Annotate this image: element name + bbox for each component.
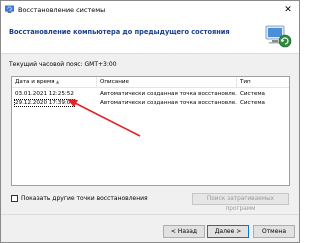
title-bar: Восстановление системы ✕ bbox=[1, 1, 299, 18]
table-header: ▲ Дата и время Описание Тип bbox=[12, 77, 289, 88]
row-description: Автоматически созданная точка восстановл… bbox=[97, 90, 237, 99]
row-type: Система bbox=[237, 99, 289, 108]
back-button[interactable]: < Назад bbox=[163, 225, 205, 238]
footer-divider bbox=[1, 214, 299, 215]
show-more-points[interactable]: Показать другие точки восстановления bbox=[11, 195, 148, 202]
row-date: 29.12.2020 17:39:08 bbox=[12, 99, 97, 108]
page-title: Восстановление компьютера до предыдущего… bbox=[9, 28, 230, 36]
column-header-type[interactable]: Тип bbox=[237, 77, 289, 87]
row-date: 03.01.2021 12:25:52 bbox=[12, 90, 97, 99]
system-restore-icon bbox=[5, 5, 14, 14]
next-button[interactable]: Далее > bbox=[207, 225, 249, 238]
cancel-button[interactable]: Отмена bbox=[253, 225, 295, 238]
restore-computer-icon bbox=[263, 21, 293, 51]
scan-affected-programs-button[interactable]: Поиск затрагиваемых программ bbox=[192, 193, 289, 205]
close-icon: ✕ bbox=[284, 5, 292, 15]
timezone-label: Текущий часовой пояс: GMT+3:00 bbox=[9, 61, 117, 68]
row-description: Автоматически созданная точка восстановл… bbox=[97, 99, 237, 108]
restore-points-table[interactable]: ▲ Дата и время Описание Тип 03.01.2021 1… bbox=[11, 76, 290, 186]
close-button[interactable]: ✕ bbox=[281, 3, 295, 16]
wizard-header: Восстановление компьютера до предыдущего… bbox=[1, 18, 299, 54]
row-type: Система bbox=[237, 90, 289, 99]
show-more-checkbox[interactable] bbox=[11, 195, 18, 202]
table-row[interactable]: 03.01.2021 12:25:52 Автоматически создан… bbox=[12, 90, 289, 99]
column-header-date[interactable]: ▲ Дата и время bbox=[12, 77, 97, 87]
system-restore-window: Восстановление системы ✕ Восстановление … bbox=[0, 0, 300, 243]
window-title: Восстановление системы bbox=[18, 6, 105, 14]
show-more-label: Показать другие точки восстановления bbox=[21, 195, 148, 202]
column-header-description[interactable]: Описание bbox=[97, 77, 237, 87]
sort-caret-icon: ▲ bbox=[56, 76, 59, 87]
table-row-selected[interactable]: 29.12.2020 17:39:08 Автоматически создан… bbox=[12, 99, 289, 108]
